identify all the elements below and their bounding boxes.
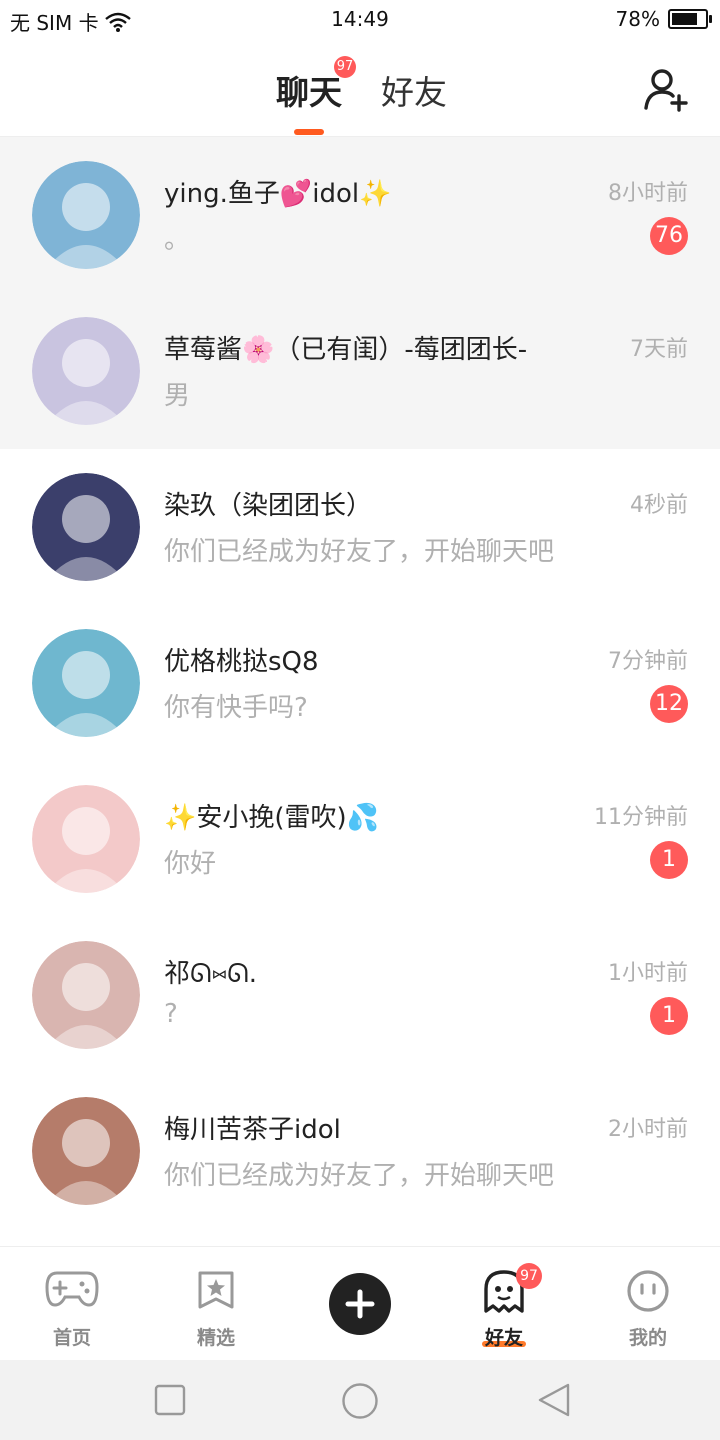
contact-name: 祁ᘏ⑅ᘏ. — [164, 959, 258, 989]
avatar-image — [32, 161, 140, 269]
nav-home-label: 首页 — [52, 1327, 91, 1349]
battery-fill — [672, 13, 697, 25]
unread-count-badge: 1 — [650, 997, 688, 1035]
nav-featured[interactable]: 精选 — [144, 1247, 288, 1361]
message-time: 1小时前 — [608, 961, 688, 986]
avatar-face — [62, 807, 110, 855]
nav-home[interactable]: 首页 — [0, 1247, 144, 1361]
avatar-face — [62, 495, 110, 543]
message-preview: 你们已经成为好友了，开始聊天吧 — [164, 537, 555, 567]
avatar-face — [62, 183, 110, 231]
avatar-image — [32, 785, 140, 893]
battery-percent: 78% — [615, 7, 660, 31]
tab-chat[interactable]: 聊天 — [276, 66, 342, 114]
avatar[interactable] — [32, 473, 140, 581]
unread-count-badge: 12 — [650, 685, 688, 723]
star-bookmark-icon — [198, 1271, 234, 1309]
message-preview: 男 — [164, 381, 191, 411]
add-friend-icon[interactable] — [642, 66, 690, 114]
status-time: 14:49 — [331, 7, 389, 31]
avatar[interactable] — [32, 629, 140, 737]
bottom-nav: 首页 精选 好友 97 我的 — [0, 1246, 720, 1361]
message-preview: ? — [164, 999, 178, 1029]
contact-name: 草莓酱🌸（已有闺）-莓团团长- — [164, 335, 528, 365]
contact-name: 梅川苦茶子idol — [164, 1115, 341, 1145]
nav-me[interactable]: 我的 — [576, 1247, 720, 1361]
nav-friends-label: 好友 — [484, 1327, 523, 1349]
active-tab-indicator — [294, 129, 324, 135]
chat-row[interactable]: 梅川苦茶子idol 你们已经成为好友了，开始聊天吧 2小时前 — [0, 1073, 720, 1229]
avatar[interactable] — [32, 1097, 140, 1205]
avatar-image — [32, 1097, 140, 1205]
avatar-face — [62, 651, 110, 699]
status-bar: 无 SIM 卡 14:49 78% — [0, 0, 720, 38]
friends-badge: 97 — [516, 1263, 542, 1289]
unread-count-badge: 1 — [650, 841, 688, 879]
avatar-face — [62, 963, 110, 1011]
avatar-face — [62, 1119, 110, 1167]
message-time: 7天前 — [630, 337, 688, 362]
chat-row[interactable]: 染玖（染团团长） 你们已经成为好友了，开始聊天吧 4秒前 — [0, 449, 720, 605]
message-time: 4秒前 — [630, 493, 688, 518]
tab-friends[interactable]: 好友 — [381, 66, 447, 114]
message-time: 2小时前 — [608, 1117, 688, 1142]
chat-tab-badge: 97 — [334, 56, 356, 78]
message-time: 7分钟前 — [608, 649, 688, 674]
status-right: 78% — [615, 7, 712, 31]
message-preview: 。 — [164, 225, 191, 255]
avatar[interactable] — [32, 941, 140, 1049]
avatar-image — [32, 941, 140, 1049]
home-circle-icon[interactable] — [341, 1382, 379, 1420]
top-tab-bar: 聊天 97 好友 — [0, 38, 720, 137]
face-icon — [627, 1270, 669, 1312]
avatar[interactable] — [32, 161, 140, 269]
avatar[interactable] — [32, 785, 140, 893]
contact-name: ying.鱼子💕idol✨ — [164, 179, 392, 209]
nav-create[interactable] — [288, 1247, 432, 1361]
nav-featured-label: 精选 — [196, 1327, 235, 1349]
recents-square-icon[interactable] — [154, 1384, 186, 1416]
message-time: 8小时前 — [608, 181, 688, 206]
chat-row[interactable]: 草莓酱🌸（已有闺）-莓团团长- 男 7天前 — [0, 293, 720, 449]
message-time: 11分钟前 — [594, 805, 688, 830]
plus-icon — [329, 1273, 391, 1335]
avatar[interactable] — [32, 317, 140, 425]
contact-name: ✨安小挽(雷吹)💦 — [164, 803, 380, 833]
avatar-image — [32, 629, 140, 737]
message-preview: 你好 — [164, 849, 217, 879]
unread-count-badge: 76 — [650, 217, 688, 255]
system-nav-bar — [0, 1360, 720, 1440]
avatar-image — [32, 317, 140, 425]
contact-name: 染玖（染团团长） — [164, 491, 373, 521]
message-preview: 你们已经成为好友了，开始聊天吧 — [164, 1161, 555, 1191]
chat-row[interactable]: ✨安小挽(雷吹)💦 你好 11分钟前 1 — [0, 761, 720, 917]
avatar-image — [32, 473, 140, 581]
chat-row[interactable]: 优格桃挞sQ8 你有快手吗? 7分钟前 12 — [0, 605, 720, 761]
gamepad-icon — [45, 1271, 99, 1307]
contact-name: 优格桃挞sQ8 — [164, 647, 319, 677]
nav-me-label: 我的 — [628, 1327, 667, 1349]
nav-friends[interactable]: 好友 — [432, 1247, 576, 1361]
chat-row[interactable]: ying.鱼子💕idol✨ 。 8小时前 76 — [0, 137, 720, 293]
battery-icon — [668, 9, 712, 29]
back-triangle-icon[interactable] — [536, 1382, 572, 1418]
avatar-face — [62, 339, 110, 387]
chat-list: ying.鱼子💕idol✨ 。 8小时前 76 草莓酱🌸（已有闺）-莓团团长- 男 7天前染… — [0, 137, 720, 1229]
message-preview: 你有快手吗? — [164, 693, 308, 723]
chat-row[interactable]: 祁ᘏ⑅ᘏ.? 1小时前 1 — [0, 917, 720, 1073]
